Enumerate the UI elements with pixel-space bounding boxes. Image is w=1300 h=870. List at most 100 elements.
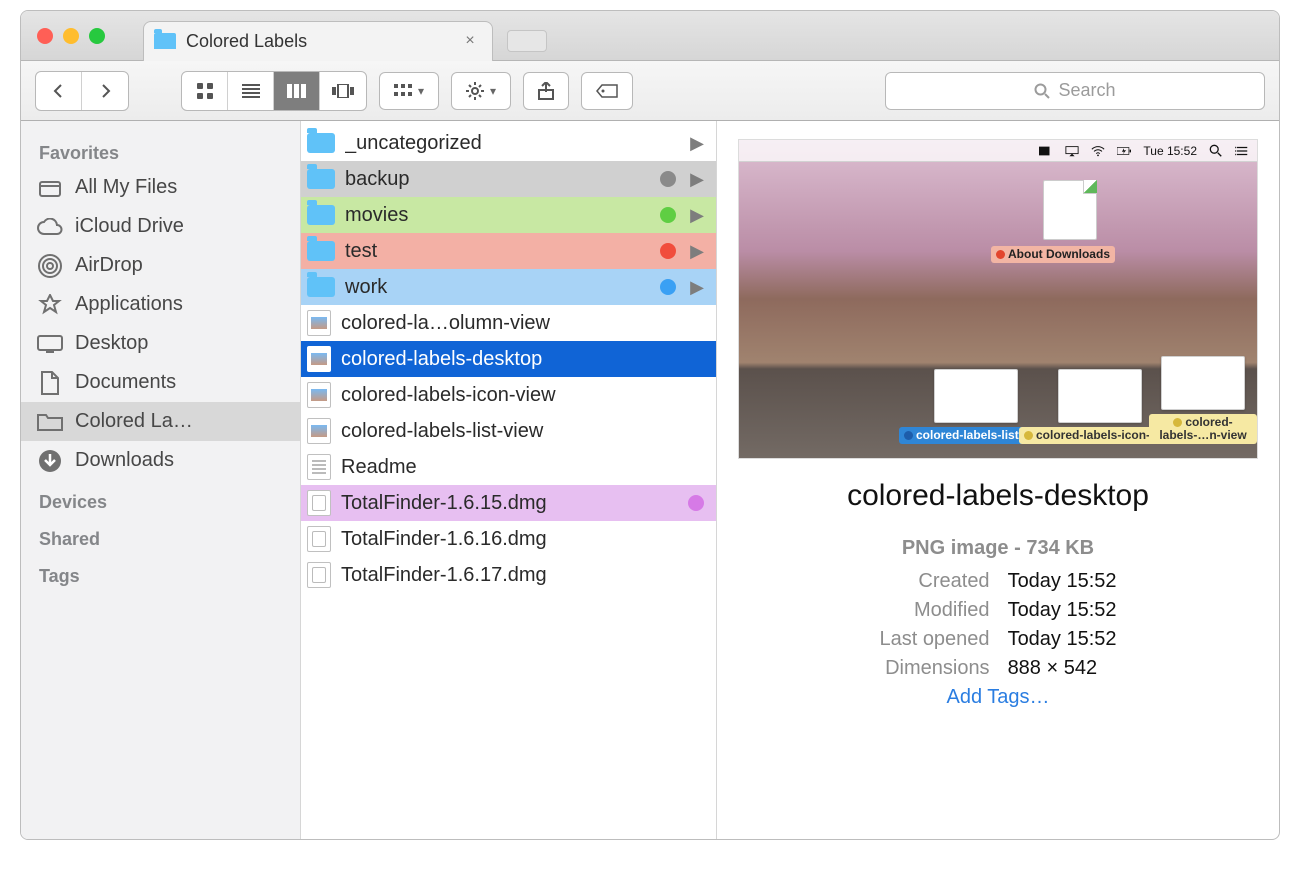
finder-dot-icon xyxy=(1039,144,1053,158)
documents-icon xyxy=(37,372,63,394)
sidebar-heading: Devices xyxy=(21,480,300,517)
sidebar-item-label: Downloads xyxy=(75,449,284,472)
sidebar-item-downloads[interactable]: Downloads xyxy=(21,441,300,480)
preview-metadata: Created Today 15:52 Modified Today 15:52… xyxy=(879,570,1116,680)
thumb-menubar: Tue 15:52 xyxy=(739,140,1257,162)
view-mode-group xyxy=(181,71,367,111)
folder-icon xyxy=(154,33,176,49)
file-row[interactable]: colored-labels-icon-view xyxy=(301,377,716,413)
sidebar-item-colored-la-[interactable]: Colored La… xyxy=(21,402,300,441)
sidebar-item-label: iCloud Drive xyxy=(75,215,284,238)
view-columns-button[interactable] xyxy=(274,72,320,110)
tags-button[interactable] xyxy=(581,72,633,110)
search-field[interactable]: Search xyxy=(885,72,1265,110)
sidebar-item-documents[interactable]: Documents xyxy=(21,363,300,402)
action-dropdown[interactable]: ▾ xyxy=(451,72,511,110)
dmg-file-icon xyxy=(307,526,331,552)
share-icon xyxy=(538,82,554,100)
close-tab-button[interactable]: × xyxy=(462,33,478,49)
file-row[interactable]: Readme xyxy=(301,449,716,485)
chevron-right-icon: ▶ xyxy=(690,241,704,262)
cloud-icon xyxy=(37,216,63,238)
sidebar-item-label: All My Files xyxy=(75,176,284,199)
add-tags-link[interactable]: Add Tags… xyxy=(946,686,1049,709)
file-row[interactable]: TotalFinder-1.6.15.dmg xyxy=(301,485,716,521)
chevron-right-icon: ▶ xyxy=(690,205,704,226)
meta-key-created: Created xyxy=(879,570,989,593)
sidebar-item-label: AirDrop xyxy=(75,254,284,277)
search-icon xyxy=(1034,83,1050,99)
arrange-dropdown[interactable]: ▾ xyxy=(379,72,439,110)
file-name: colored-labels-desktop xyxy=(341,348,704,371)
meta-key-dimensions: Dimensions xyxy=(879,657,989,680)
file-row[interactable]: movies▶ xyxy=(301,197,716,233)
chevron-down-icon: ▾ xyxy=(490,84,496,98)
file-row[interactable]: TotalFinder-1.6.17.dmg xyxy=(301,557,716,593)
tag-icon xyxy=(596,84,618,98)
file-row[interactable]: work▶ xyxy=(301,269,716,305)
new-tab-button[interactable] xyxy=(507,30,547,52)
file-row[interactable]: colored-labels-list-view xyxy=(301,413,716,449)
sidebar-item-label: Applications xyxy=(75,293,284,316)
meta-key-modified: Modified xyxy=(879,599,989,622)
file-row[interactable]: backup ▶ xyxy=(301,161,716,197)
forward-button[interactable] xyxy=(82,72,128,110)
file-name: backup xyxy=(345,168,650,191)
color-tag-dot xyxy=(660,243,676,259)
sidebar: Favorites All My Files iCloud Drive AirDrop… xyxy=(21,121,301,839)
folder-icon xyxy=(307,133,335,153)
apps-icon xyxy=(37,294,63,316)
color-tag-dot xyxy=(688,495,704,511)
color-tag-dot xyxy=(660,171,676,187)
battery-icon xyxy=(1117,144,1131,158)
chevron-right-icon: ▶ xyxy=(690,169,704,190)
close-window-button[interactable] xyxy=(37,28,53,44)
minimize-window-button[interactable] xyxy=(63,28,79,44)
text-file-icon xyxy=(307,454,331,480)
sidebar-item-label: Documents xyxy=(75,371,284,394)
view-coverflow-button[interactable] xyxy=(320,72,366,110)
file-name: TotalFinder-1.6.16.dmg xyxy=(341,528,704,551)
spotlight-icon xyxy=(1209,144,1223,158)
dmg-file-icon xyxy=(307,562,331,588)
chevron-down-icon: ▾ xyxy=(418,84,424,98)
file-row[interactable]: colored-la…olumn-view xyxy=(301,305,716,341)
grid-icon xyxy=(394,84,412,98)
meta-key-opened: Last opened xyxy=(879,628,989,651)
zoom-window-button[interactable] xyxy=(89,28,105,44)
sidebar-heading: Favorites xyxy=(21,131,300,168)
back-button[interactable] xyxy=(36,72,82,110)
meta-val-opened: Today 15:52 xyxy=(1008,628,1117,651)
wifi-icon xyxy=(1091,144,1105,158)
file-name: TotalFinder-1.6.17.dmg xyxy=(341,564,704,587)
file-name: TotalFinder-1.6.15.dmg xyxy=(341,492,678,515)
sidebar-item-label: Desktop xyxy=(75,332,284,355)
sidebar-item-applications[interactable]: Applications xyxy=(21,285,300,324)
view-list-button[interactable] xyxy=(228,72,274,110)
sidebar-item-airdrop[interactable]: AirDrop xyxy=(21,246,300,285)
folder-icon xyxy=(307,205,335,225)
gear-icon xyxy=(466,82,484,100)
share-button[interactable] xyxy=(523,72,569,110)
image-file-icon xyxy=(307,382,331,408)
file-row[interactable]: test ▶ xyxy=(301,233,716,269)
file-name: Readme xyxy=(341,456,704,479)
thumb-clock: Tue 15:52 xyxy=(1143,144,1197,158)
sidebar-item-icloud-drive[interactable]: iCloud Drive xyxy=(21,207,300,246)
sidebar-heading: Shared xyxy=(21,517,300,554)
view-icons-button[interactable] xyxy=(182,72,228,110)
sidebar-item-label: Colored La… xyxy=(75,410,284,433)
file-name: work xyxy=(345,276,650,299)
sidebar-item-all-my-files[interactable]: All My Files xyxy=(21,168,300,207)
file-row[interactable]: colored-labels-desktop xyxy=(301,341,716,377)
file-name: test xyxy=(345,240,650,263)
list-icon xyxy=(1235,144,1249,158)
file-row[interactable]: _uncategorized▶ xyxy=(301,125,716,161)
active-tab[interactable]: Colored Labels × xyxy=(143,21,493,61)
image-file-icon xyxy=(307,418,331,444)
file-row[interactable]: TotalFinder-1.6.16.dmg xyxy=(301,521,716,557)
thumb-caption-text: About Downloads xyxy=(1008,247,1110,261)
sidebar-item-desktop[interactable]: Desktop xyxy=(21,324,300,363)
preview-filename: colored-labels-desktop xyxy=(847,479,1149,513)
file-column: _uncategorized▶backup▶movies▶test▶work▶c… xyxy=(301,121,717,839)
